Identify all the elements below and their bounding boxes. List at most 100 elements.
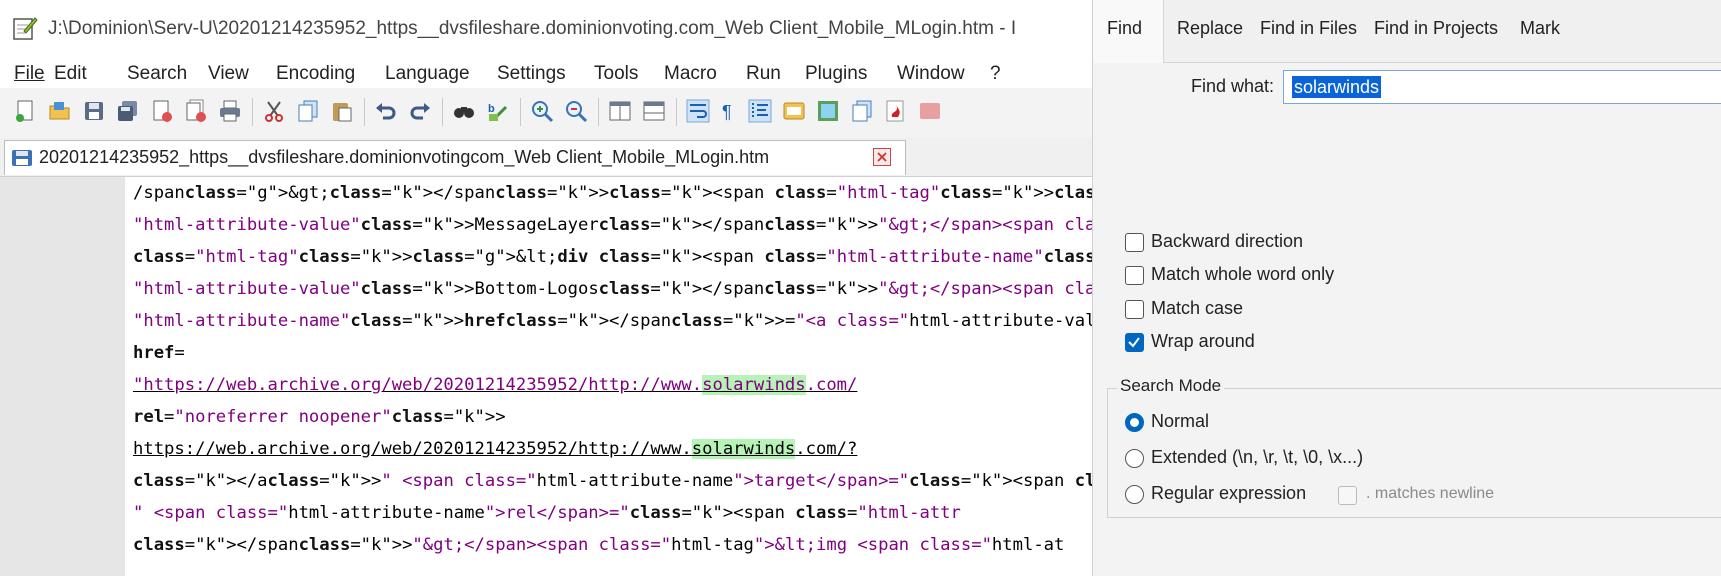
menu-settings-label: Settings xyxy=(497,63,566,84)
menu-settings[interactable]: Settings xyxy=(497,63,566,85)
zoom-in-icon[interactable] xyxy=(530,99,554,123)
code-line: rel="noreferrer noopener"class="k">> xyxy=(133,407,506,427)
menu-tools[interactable]: Tools xyxy=(594,63,638,85)
toolbar-separator xyxy=(442,98,443,126)
menu-encoding-label: Encoding xyxy=(276,63,356,84)
matches-newline-label: . matches newline xyxy=(1366,485,1495,502)
menu-macro-label: Macro xyxy=(664,63,717,84)
menu-file[interactable]: File xyxy=(14,63,45,85)
undo-icon[interactable] xyxy=(374,99,398,123)
find-icon[interactable] xyxy=(452,99,476,123)
menu-view-label: View xyxy=(208,63,249,84)
sync-vertical-icon[interactable] xyxy=(608,99,632,123)
menu-edit[interactable]: Edit xyxy=(54,63,87,85)
monitoring-icon[interactable] xyxy=(918,99,942,123)
save-all-icon[interactable] xyxy=(116,99,140,123)
window-title: J:\Dominion\Serv-U\20201214235952_https_… xyxy=(48,18,1017,39)
tab-find-in-projects[interactable]: Find in Projects xyxy=(1374,18,1498,39)
code-line: "html-attribute-value"class="k">>Message… xyxy=(133,215,1092,235)
redo-icon[interactable] xyxy=(408,99,432,123)
menu-bar: File Edit Search View Encoding Language … xyxy=(0,58,1092,88)
tab-mark[interactable]: Mark xyxy=(1520,18,1560,39)
match-case-label: Match case xyxy=(1151,298,1244,318)
toolbar: b ¶ xyxy=(0,88,1092,139)
menu-file-label: File xyxy=(14,63,45,84)
find-what-value: solarwinds xyxy=(1292,76,1382,98)
menu-plugins-label: Plugins xyxy=(805,63,868,84)
checkbox-box xyxy=(1338,486,1357,505)
menu-plugins[interactable]: Plugins xyxy=(805,63,867,85)
close-icon[interactable] xyxy=(150,99,174,123)
search-mode-title: Search Mode xyxy=(1117,376,1225,396)
paste-icon[interactable] xyxy=(330,99,354,123)
code-line: class="html-tag"class="k">>class="g">&lt… xyxy=(133,247,1092,267)
code-line: class="k"></spanclass="k">>"&gt;</span><… xyxy=(133,535,1065,555)
checkmark-icon xyxy=(1125,333,1144,352)
find-dialog: Find Replace Find in Files Find in Proje… xyxy=(1092,0,1721,576)
code-line: "html-attribute-name"class="k">>hrefclas… xyxy=(133,311,1092,331)
toolbar-separator xyxy=(252,98,253,126)
find-what-input[interactable]: solarwinds xyxy=(1283,70,1721,104)
folder-as-workspace-icon[interactable] xyxy=(884,99,908,123)
search-mode-normal-label: Normal xyxy=(1151,411,1210,431)
menu-window[interactable]: Window xyxy=(897,63,965,85)
document-tab[interactable]: 20201214235952_https__dvsfileshare.domin… xyxy=(4,140,906,175)
document-tab-bar: 20201214235952_https__dvsfileshare.domin… xyxy=(0,138,1092,177)
print-icon[interactable] xyxy=(218,99,242,123)
function-list-icon[interactable] xyxy=(850,99,874,123)
find-what-label: Find what: xyxy=(1191,76,1275,96)
title-bar: J:\Dominion\Serv-U\20201214235952_https_… xyxy=(0,0,1092,58)
menu-encoding[interactable]: Encoding xyxy=(276,63,355,85)
word-wrap-icon[interactable] xyxy=(686,99,710,123)
replace-icon[interactable]: b xyxy=(486,99,510,123)
radio-selected-icon xyxy=(1125,413,1144,432)
line-number-margin xyxy=(0,177,125,576)
save-icon[interactable] xyxy=(82,99,106,123)
close-all-icon[interactable] xyxy=(184,99,208,123)
search-mode-extended-label: Extended (\n, \r, \t, \0, \x...) xyxy=(1151,447,1364,467)
svg-text:b: b xyxy=(488,103,495,115)
menu-run-label: Run xyxy=(746,63,781,84)
menu-language[interactable]: Language xyxy=(385,63,470,85)
document-map-icon[interactable] xyxy=(816,99,840,123)
new-file-icon[interactable] xyxy=(14,99,38,123)
tab-close-icon[interactable] xyxy=(873,148,891,166)
udl-icon[interactable] xyxy=(782,99,806,123)
code-editor[interactable]: /spanclass="g">&gt;class="k"></spanclass… xyxy=(125,177,1092,576)
code-line: "https://web.archive.org/web/20201214235… xyxy=(133,375,858,395)
search-mode-regex-label: Regular expression xyxy=(1151,483,1307,503)
toolbar-separator xyxy=(364,98,365,126)
radio-icon xyxy=(1125,485,1144,504)
copy-icon[interactable] xyxy=(296,99,320,123)
show-all-chars-icon[interactable]: ¶ xyxy=(716,99,740,123)
menu-help[interactable]: ? xyxy=(990,63,1001,85)
open-file-icon[interactable] xyxy=(48,99,72,123)
sync-horizontal-icon[interactable] xyxy=(642,99,666,123)
tab-find-in-files[interactable]: Find in Files xyxy=(1260,18,1357,39)
svg-text:¶: ¶ xyxy=(722,102,732,122)
tab-replace[interactable]: Replace xyxy=(1177,18,1243,39)
menu-tools-label: Tools xyxy=(594,63,639,84)
toolbar-separator xyxy=(676,98,677,126)
menu-edit-label: Edit xyxy=(54,63,87,84)
menu-search-label: Search xyxy=(127,63,188,84)
code-line: href= xyxy=(133,343,185,363)
zoom-out-icon[interactable] xyxy=(564,99,588,123)
menu-run[interactable]: Run xyxy=(746,63,781,85)
code-line: https://web.archive.org/web/202012142359… xyxy=(133,439,858,459)
find-dialog-tabs: Find Replace Find in Files Find in Proje… xyxy=(1093,0,1721,63)
notepadpp-app-icon xyxy=(13,17,38,40)
menu-search[interactable]: Search xyxy=(127,63,187,85)
radio-icon xyxy=(1125,449,1144,468)
tab-find[interactable]: Find xyxy=(1107,18,1142,39)
code-line: " <span class="html-attribute-name">rel<… xyxy=(133,503,961,523)
checkbox-box xyxy=(1125,266,1144,285)
code-line: class="k"></aclass="k">>" <span class="h… xyxy=(133,471,1092,491)
toolbar-separator xyxy=(598,98,599,126)
menu-view[interactable]: View xyxy=(208,63,249,85)
wrap-around-label: Wrap around xyxy=(1151,331,1255,351)
cut-icon[interactable] xyxy=(262,99,286,123)
menu-macro[interactable]: Macro xyxy=(664,63,717,85)
menu-window-label: Window xyxy=(897,63,965,84)
indent-guide-icon[interactable] xyxy=(748,99,772,123)
